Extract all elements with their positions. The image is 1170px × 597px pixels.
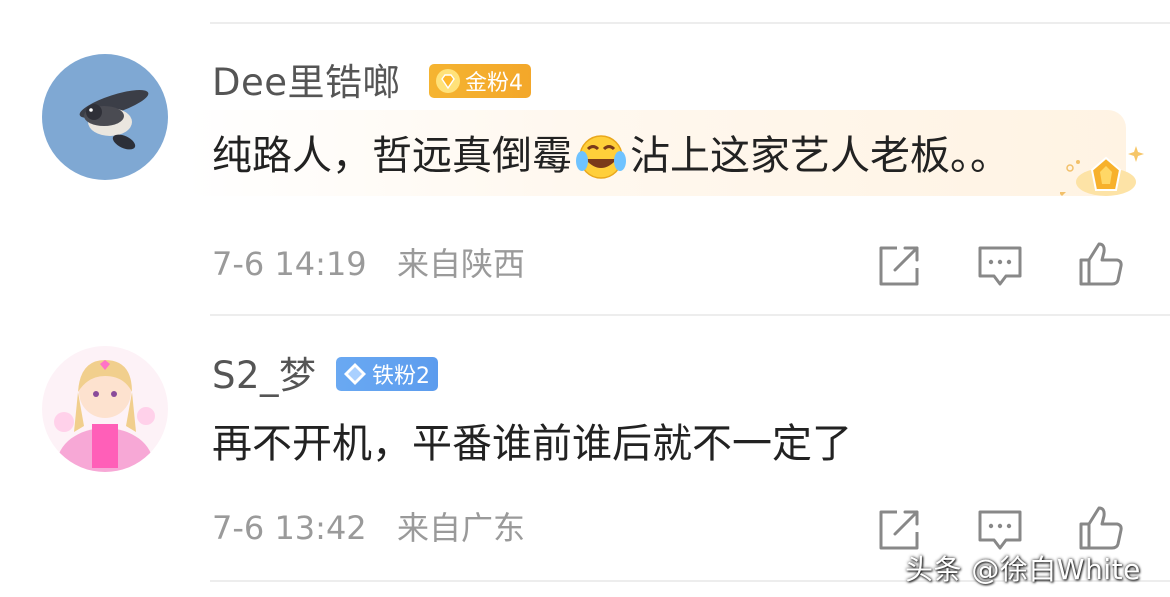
laughing-crying-face-icon — [576, 135, 626, 179]
diamond-icon — [344, 363, 366, 385]
top-divider — [210, 22, 1170, 24]
gem-icon — [436, 69, 460, 93]
comment-text-after: 沾上这家艺人老板。。 — [630, 133, 1010, 179]
avatar[interactable] — [42, 346, 168, 472]
bird-avatar-icon — [42, 54, 168, 180]
badge-label: 铁粉2 — [372, 364, 430, 389]
watermark: 头条 @徐白White — [905, 553, 1141, 586]
like-icon[interactable] — [1077, 504, 1125, 552]
fan-badge[interactable]: 铁粉2 — [336, 357, 438, 391]
avatar[interactable] — [42, 54, 168, 180]
fan-badge[interactable]: 金粉4 — [429, 64, 531, 98]
comment-divider — [210, 314, 1170, 316]
comment-meta: 7-6 13:42 来自广东 — [212, 512, 525, 544]
anime-girl-avatar-icon — [42, 346, 168, 472]
comment-icon[interactable] — [976, 506, 1024, 554]
badge-label: 金粉4 — [465, 71, 523, 96]
comment-text: 纯路人，哲远真倒霉 沾上这家艺人老板。。 — [212, 131, 1010, 181]
comment-location: 来自广东 — [397, 509, 526, 547]
share-icon[interactable] — [875, 242, 923, 290]
username[interactable]: S2_梦 — [212, 357, 317, 394]
comment-location: 来自陕西 — [397, 245, 526, 283]
comment-meta: 7-6 14:19 来自陕西 — [212, 248, 525, 280]
comment-text: 再不开机，平番谁前谁后就不一定了 — [212, 424, 852, 464]
comment-date: 7-6 14:19 — [212, 245, 367, 283]
username[interactable]: Dee里锆啷 — [212, 64, 400, 101]
comment-icon[interactable] — [976, 242, 1024, 290]
crown-badge-icon — [1060, 146, 1144, 196]
like-icon[interactable] — [1077, 240, 1125, 288]
comment-text-before: 纯路人，哲远真倒霉 — [212, 133, 572, 179]
share-icon[interactable] — [875, 506, 923, 554]
comment-date: 7-6 13:42 — [212, 509, 367, 547]
comment-text-content: 再不开机，平番谁前谁后就不一定了 — [212, 421, 852, 467]
